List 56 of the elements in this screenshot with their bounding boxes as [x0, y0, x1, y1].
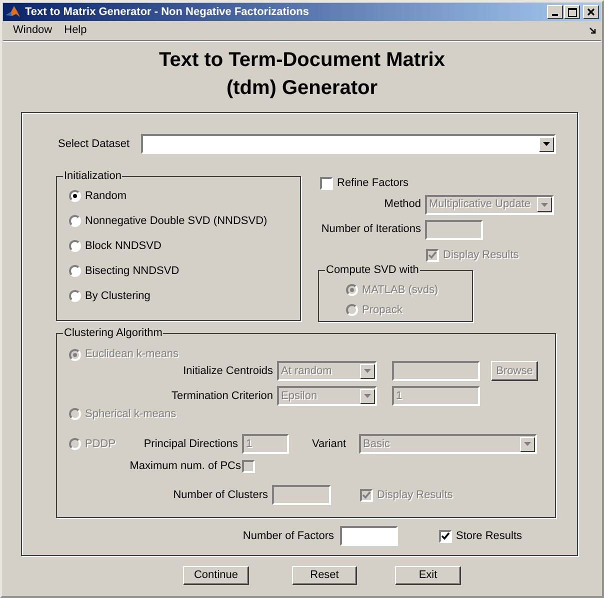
radio-button[interactable]	[69, 215, 81, 227]
radio-label: Nonnegative Double SVD (NNDSVD)	[85, 214, 268, 229]
field-label: Number of Clusters	[172, 488, 269, 503]
field-label: Method	[383, 197, 422, 212]
caret-icon	[364, 369, 371, 373]
field-label: Termination Criterion	[170, 388, 274, 404]
caret-icon	[364, 394, 371, 398]
heading-line: Text to Term-Document Matrix	[158, 48, 446, 73]
maximize-button[interactable]	[564, 5, 580, 19]
radio-label: PDDP	[85, 436, 116, 452]
dropdown[interactable]	[141, 134, 556, 154]
radio-label: Euclidean k-means	[85, 347, 179, 362]
close-icon	[587, 8, 595, 16]
radio-label: By Clustering	[85, 288, 150, 304]
menu-item[interactable]: Help	[58, 22, 93, 39]
app-logo-icon	[5, 5, 21, 19]
field-label: Initialize Centroids	[182, 364, 274, 379]
radio-label: Random	[85, 188, 127, 204]
caret-icon	[543, 142, 550, 146]
radio-label: Spherical k-means	[85, 406, 176, 422]
maximize-icon	[568, 8, 576, 16]
group-title: Clustering Algorithm	[63, 327, 164, 339]
checkbox[interactable]	[439, 530, 452, 542]
caret-icon	[524, 442, 531, 446]
radio-button[interactable]	[69, 240, 81, 252]
radio-button[interactable]	[69, 190, 81, 202]
checkbox-label: Display Results	[377, 488, 453, 503]
group-title: Compute SVD with	[325, 264, 420, 276]
minimize-button[interactable]	[547, 5, 563, 19]
radio-label: Propack	[362, 302, 402, 318]
radio-button[interactable]	[69, 265, 81, 277]
checkbox-label: Refine Factors	[337, 176, 409, 191]
dock-arrow-icon[interactable]	[589, 26, 597, 34]
dialog-button[interactable]: Reset	[292, 566, 357, 585]
field-label: Select Dataset	[58, 136, 131, 152]
field-label: Variant	[312, 436, 348, 452]
radio-label: Block NNDSVD	[85, 238, 162, 254]
input-field[interactable]	[340, 526, 398, 546]
checkbox[interactable]	[320, 176, 333, 190]
menu-item[interactable]: Window	[7, 22, 58, 39]
field-label: Principal Directions	[142, 436, 239, 452]
field-label: Number of Factors	[242, 528, 335, 544]
radio-button[interactable]	[69, 290, 81, 302]
radio-label: Bisecting NNDSVD	[85, 264, 180, 279]
dialog-button[interactable]: Exit	[395, 566, 461, 585]
radio-label: MATLAB (svds)	[362, 282, 438, 298]
field-label: Number of Iterations	[320, 222, 422, 238]
close-button[interactable]	[583, 5, 599, 19]
window-title: Text to Matrix Generator - Non Negative Factorizations	[25, 4, 310, 20]
caret-icon	[541, 202, 548, 206]
heading-line: (tdm) Generator	[225, 76, 379, 101]
checkbox-label: Store Results	[456, 528, 522, 544]
group-title: Initialization	[63, 170, 122, 182]
dialog-button[interactable]: Continue	[183, 566, 249, 585]
checkbox-label: Display Results	[443, 248, 519, 263]
checkbox-label: Maximum num. of PCs	[128, 458, 242, 474]
